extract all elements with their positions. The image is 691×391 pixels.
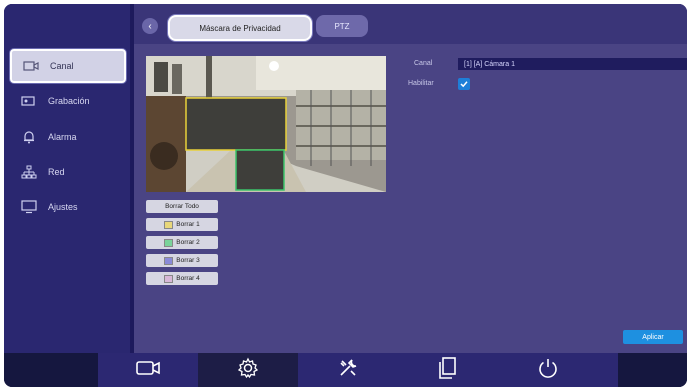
monitor-icon [18,199,40,215]
sidebar-item-ajustes[interactable]: Ajustes [10,192,122,222]
settings-gear-icon [237,357,259,384]
camera-image [146,56,386,192]
dvr-screen: Canal Grabación Alarma Red Ajustes ‹ Más… [4,4,687,387]
checkmark-icon [460,81,468,88]
clear-mask-1-button[interactable]: Borrar 1 [146,218,218,231]
sidebar-item-canal[interactable]: Canal [10,49,126,83]
camera-icon [20,58,42,74]
clear-mask-2-button[interactable]: Borrar 2 [146,236,218,249]
back-arrow-icon: ‹ [148,20,152,32]
bottom-taskbar [4,353,687,387]
clear-all-button[interactable]: Borrar Todo [146,200,218,213]
taskbar-strip [98,353,618,387]
sidebar-item-label: Red [48,167,65,177]
record-icon [18,93,40,109]
files-icon [437,356,459,385]
tab-ptz[interactable]: PTZ [316,15,368,37]
sidebar-item-label: Grabación [48,96,90,106]
sidebar-item-red[interactable]: Red [10,157,122,187]
alarm-bell-icon [18,129,40,145]
enable-label: Habilitar [408,80,434,87]
sidebar-item-label: Alarma [48,132,77,142]
mask-2-swatch [164,238,174,247]
privacy-mask-1[interactable] [185,97,287,151]
sidebar-item-alarma[interactable]: Alarma [10,122,122,152]
channel-select[interactable]: [1] [A] Cámara 1 [458,58,687,70]
taskbar-camera[interactable] [98,353,198,387]
mask-4-swatch [164,274,174,283]
mask-1-swatch [164,220,174,229]
sidebar-item-grabacion[interactable]: Grabación [10,86,122,116]
mask-3-swatch [164,256,174,265]
channel-label: Canal [414,60,433,67]
taskbar-files[interactable] [398,353,498,387]
main-panel: ‹ Máscara de Privacidad PTZ Canal [1] [A… [134,4,687,353]
back-button[interactable]: ‹ [142,18,158,34]
sidebar-item-label: Canal [50,61,74,71]
power-icon [537,357,559,384]
clear-mask-3-button[interactable]: Borrar 3 [146,254,218,267]
tab-privacy-mask[interactable]: Máscara de Privacidad [168,15,312,41]
apply-button[interactable]: Aplicar [623,330,683,344]
privacy-mask-2[interactable] [235,149,285,191]
taskbar-tools[interactable] [298,353,398,387]
sidebar-item-label: Ajustes [48,202,78,212]
camera-icon [135,359,161,382]
network-icon [18,164,40,180]
taskbar-settings[interactable] [198,353,298,387]
enable-checkbox[interactable] [458,78,470,90]
tools-icon [337,357,359,384]
sidebar: Canal Grabación Alarma Red Ajustes [4,4,130,353]
camera-preview[interactable] [146,56,386,192]
taskbar-power[interactable] [498,353,598,387]
clear-mask-4-button[interactable]: Borrar 4 [146,272,218,285]
tab-bar: ‹ Máscara de Privacidad PTZ [134,4,687,44]
